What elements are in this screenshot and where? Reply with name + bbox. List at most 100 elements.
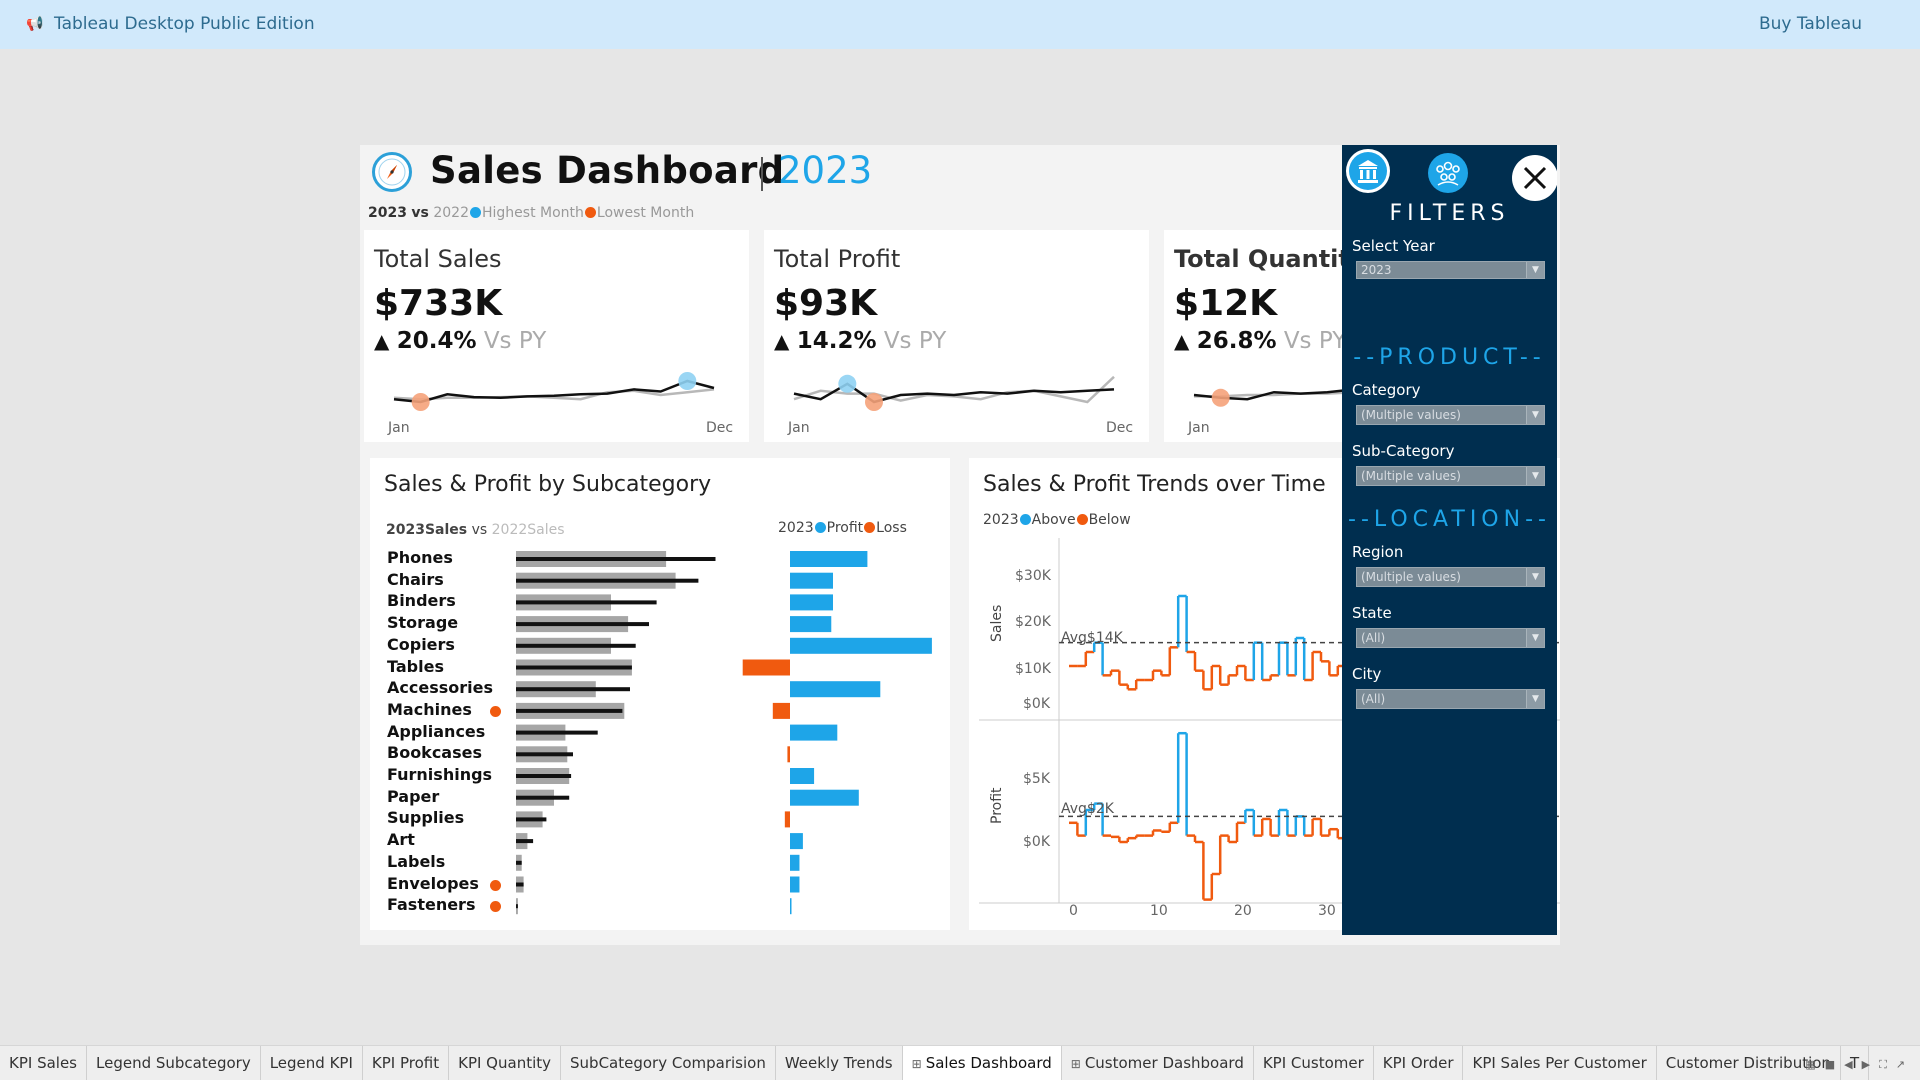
previous-year-line xyxy=(393,388,715,401)
dashboard-grid-icon: ⊞ xyxy=(1070,1057,1081,1071)
category-dropdown[interactable]: (Multiple values) ▼ xyxy=(1356,405,1545,425)
state-dropdown[interactable]: (All) ▼ xyxy=(1356,628,1545,648)
sheet-tab[interactable]: SubCategory Comparision xyxy=(561,1046,776,1080)
chevron-down-icon: ▼ xyxy=(1526,690,1544,708)
kpi-end-month: Dec xyxy=(706,420,734,436)
expand-icon[interactable]: ↗ xyxy=(1896,1058,1914,1071)
vs-label: vs xyxy=(411,205,429,221)
comparison-legend: 2023 vs 2022 Highest Month Lowest Month xyxy=(368,205,694,221)
grid-view-icon[interactable]: ▦ xyxy=(1805,1058,1824,1071)
region-dropdown[interactable]: (Multiple values) ▼ xyxy=(1356,567,1545,587)
city-dropdown[interactable]: (All) ▼ xyxy=(1356,689,1545,709)
current-year-bar xyxy=(516,774,572,778)
team-icon[interactable] xyxy=(1426,151,1470,195)
close-icon xyxy=(1523,166,1547,190)
sheet-tabs-bar: KPI Sales Legend Subcategory Legend KPI KPI… xyxy=(0,1045,1920,1080)
lowest-month-marker xyxy=(865,393,883,411)
profit-bar xyxy=(790,551,868,567)
lowest-month-label: Lowest Month xyxy=(596,205,695,221)
sheet-tab-label: KPI Sales xyxy=(9,1054,77,1072)
kpi-card-profit[interactable]: Total Profit $93K ▲ 14.2% Vs PY Jan Dec xyxy=(764,230,1149,442)
filters-panel: FILTERS Select Year 2023 ▼ --PRODUCT-- C… xyxy=(1342,145,1557,935)
sheet-tab[interactable]: ⊞ Sales Dashboard xyxy=(902,1046,1062,1080)
sheet-tab[interactable]: Weekly Trends xyxy=(776,1046,903,1080)
sheet-tab[interactable]: KPI Profit xyxy=(363,1046,450,1080)
chevron-down-icon: ▼ xyxy=(1526,406,1544,424)
sheet-tab-label: KPI Profit xyxy=(371,1054,440,1072)
region-value: (Multiple values) xyxy=(1361,570,1461,584)
kpi-start-month: Jan xyxy=(1188,420,1210,436)
category-label: Category xyxy=(1352,381,1421,399)
location-section-heading: --LOCATION-- xyxy=(1348,507,1551,532)
profit-bar xyxy=(790,789,859,806)
compass-icon xyxy=(372,152,412,192)
kpi-sparkline xyxy=(393,372,715,411)
chevron-down-icon: ▼ xyxy=(1526,262,1544,278)
current-year-bar xyxy=(516,665,632,670)
sheet-tab-label: Customer Dashboard xyxy=(1084,1054,1244,1072)
select-year-dropdown[interactable]: 2023 ▼ xyxy=(1356,261,1545,279)
sheet-tab[interactable]: KPI Sales Per Customer xyxy=(1463,1046,1657,1080)
app-title: Tableau Desktop Public Edition xyxy=(54,14,315,34)
sheet-tab[interactable]: KPI Customer xyxy=(1254,1046,1374,1080)
current-year-bar xyxy=(516,600,657,605)
chevron-down-icon: ▼ xyxy=(1526,467,1544,485)
current-year-bar xyxy=(516,817,547,822)
sheet-tab[interactable]: ⊞ Customer Dashboard xyxy=(1062,1046,1254,1080)
highest-month-marker xyxy=(838,374,857,393)
current-year-bar xyxy=(516,687,630,692)
sheet-tab[interactable]: KPI Order xyxy=(1374,1046,1464,1080)
sheet-tab[interactable]: KPI Sales xyxy=(0,1046,87,1080)
buy-tableau-link[interactable]: Buy Tableau xyxy=(1759,14,1862,34)
sheet-tab[interactable]: KPI Quantity xyxy=(449,1046,562,1080)
region-label: Region xyxy=(1352,543,1404,561)
title-separator xyxy=(761,157,763,191)
current-year-bar xyxy=(516,708,623,713)
current-year-bar xyxy=(516,752,573,757)
state-value: (All) xyxy=(1361,631,1386,645)
previous-sheet-icon[interactable]: ◀ xyxy=(1844,1058,1861,1071)
sheet-navigation-controls[interactable]: ▦■◀▶⛶↗ xyxy=(1805,1058,1914,1072)
sheet-tab-label: Legend KPI xyxy=(269,1054,353,1072)
bank-icon[interactable] xyxy=(1346,149,1390,193)
loss-bar xyxy=(772,702,790,719)
profit-bar xyxy=(790,724,838,741)
sheet-tab-label: KPI Order xyxy=(1382,1054,1454,1072)
profit-bar xyxy=(790,681,881,698)
close-filters-button[interactable] xyxy=(1512,155,1557,201)
sheet-tab[interactable]: Legend KPI xyxy=(261,1046,363,1080)
subcategory-dropdown[interactable]: (Multiple values) ▼ xyxy=(1356,466,1545,486)
lowest-month-marker xyxy=(411,393,430,411)
subcategory-value: (Multiple values) xyxy=(1361,469,1461,483)
kpi-card-sales[interactable]: Total Sales $733K ▲ 20.4% Vs PY Jan Dec xyxy=(364,230,749,442)
profit-bar xyxy=(790,616,832,633)
loss-bar xyxy=(787,746,790,763)
next-sheet-icon[interactable]: ▶ xyxy=(1862,1058,1879,1071)
top-bar: 📢 Tableau Desktop Public Edition Buy Tab… xyxy=(0,0,1920,49)
profit-bar xyxy=(790,833,803,850)
kpi-end-month: Dec xyxy=(1106,420,1134,436)
filters-title: FILTERS xyxy=(1389,201,1510,226)
sheet-tab[interactable]: Legend Subcategory xyxy=(87,1046,261,1080)
chevron-down-icon: ▼ xyxy=(1526,629,1544,647)
lowest-dot-icon xyxy=(584,207,596,218)
product-section-heading: --PRODUCT-- xyxy=(1353,345,1546,370)
current-year-bar xyxy=(516,578,699,583)
dashboard-grid-icon: ⊞ xyxy=(911,1057,922,1071)
current-year-bar xyxy=(516,839,534,844)
current-year-bar xyxy=(516,622,649,627)
current-year-bar xyxy=(516,904,518,909)
fullscreen-icon[interactable]: ⛶ xyxy=(1879,1058,1896,1071)
megaphone-icon: 📢 xyxy=(26,16,44,32)
chevron-down-icon: ▼ xyxy=(1526,568,1544,586)
current-year-bar xyxy=(516,557,716,561)
current-year-bar xyxy=(516,882,524,887)
profit-bar xyxy=(790,898,792,915)
current-year-bar xyxy=(516,730,598,735)
kpi-start-month: Jan xyxy=(788,420,810,436)
kpi-start-month: Jan xyxy=(388,420,410,436)
sheet-tab-label: Legend Subcategory xyxy=(96,1054,251,1072)
subcategory-bar-chart[interactable] xyxy=(370,458,950,930)
stop-icon[interactable]: ■ xyxy=(1825,1058,1844,1071)
profit-bar xyxy=(790,876,800,893)
